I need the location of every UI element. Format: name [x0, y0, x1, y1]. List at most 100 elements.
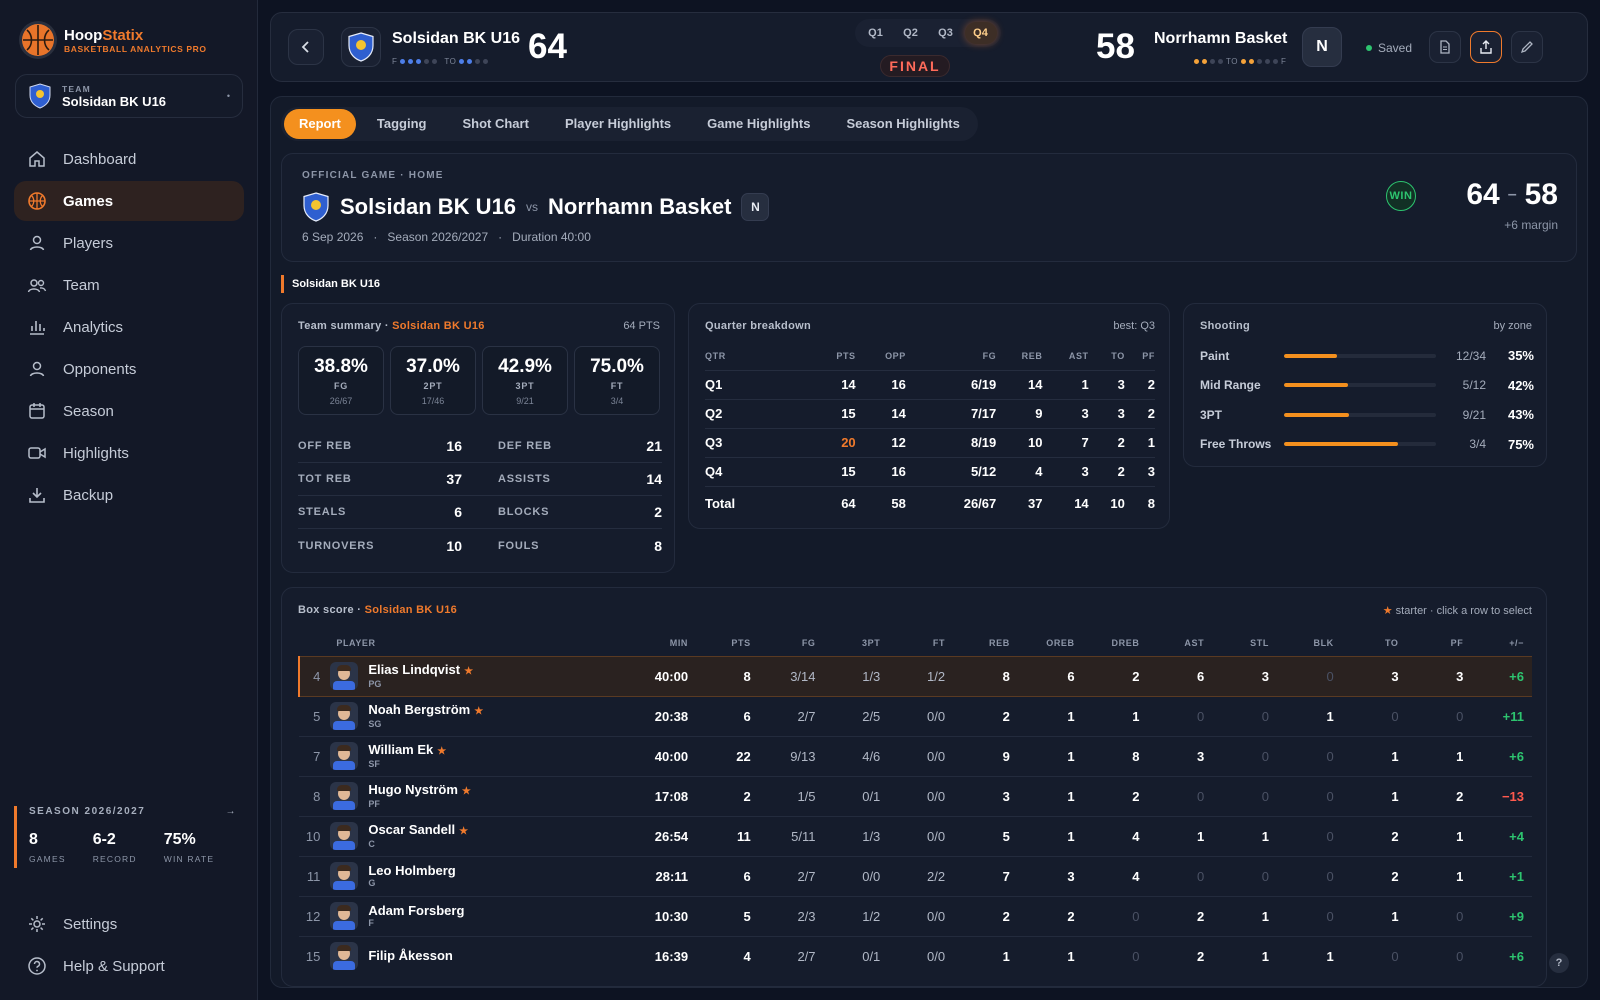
back-button[interactable] — [288, 29, 324, 65]
tab-player-highlights[interactable]: Player Highlights — [550, 109, 686, 139]
box-row-player[interactable]: 4 Elias Lindqvist ★ PG 40:00 8 3/14 1/3 1/2 8 6 2 6 3… — [297, 655, 1532, 697]
player-text: Leo Holmberg G — [368, 863, 455, 889]
stat-value: 2 — [654, 504, 662, 520]
tab-game-highlights[interactable]: Game Highlights — [692, 109, 825, 139]
quarter-q3[interactable]: Q3 — [930, 22, 962, 44]
stat-cell: 1/3 — [823, 655, 889, 697]
nav-analytics[interactable]: Analytics — [14, 307, 244, 347]
share-button[interactable] — [1470, 31, 1502, 63]
quarter-cell: 7/17 — [905, 399, 997, 429]
quarter-q4[interactable]: Q4 — [964, 22, 997, 44]
stat-cell: 1 — [1017, 815, 1083, 856]
quarter-row[interactable]: Q1 14 16 6/19 14 1 3 2 — [705, 370, 1155, 400]
box-row-player[interactable]: 11 Leo Holmberg G 28:11 6 2/7 0/0 2/2 7 3 4 0 0 0 2 1 +1 — [299, 855, 1532, 896]
player-name: Noah Bergström ★ — [368, 702, 483, 719]
player-name: Hugo Nyström ★ — [368, 782, 471, 799]
help-button[interactable]: ? — [1549, 953, 1569, 973]
player-info: Noah Bergström ★ SG — [330, 702, 635, 730]
zone-bar — [1284, 442, 1436, 446]
quarter-cell: 10 — [1110, 495, 1125, 511]
stat-cell: 1 — [1212, 935, 1277, 976]
stat-cell: 1 — [1406, 815, 1472, 856]
box-row-player[interactable]: 8 Hugo Nyström ★ PF 17:08 2 1/5 0/1 0/0 3 1 2 0 0 0 1 2−… — [299, 775, 1532, 816]
stat-cell: 1 — [1276, 935, 1342, 976]
nav-opponents[interactable]: Opponents — [14, 349, 244, 389]
player-name: William Ek ★ — [368, 742, 446, 759]
quarter-q1[interactable]: Q1 — [860, 22, 892, 44]
stat-cell: 2/3 — [758, 895, 824, 936]
box-row-player[interactable]: 12 Adam Forsberg F 10:30 5 2/3 1/2 0/0 2 2 0 2 1 0 1 0 +… — [299, 895, 1532, 936]
quarter-row[interactable]: Q2 15 14 7/17 9 3 3 2 — [705, 399, 1155, 429]
stat-cell: 4/6 — [823, 735, 889, 776]
avatar-jersey — [333, 681, 356, 690]
quarter-cell: 37 — [1028, 495, 1043, 511]
zone-pct: 43% — [1507, 407, 1534, 422]
quarter-row[interactable]: Q3 20 12 8/19 10 7 2 1 — [705, 428, 1155, 458]
shooting-tile-2pt: 37.0% 2PT 17/46 — [390, 346, 476, 415]
chevron-left-icon — [301, 41, 309, 53]
edit-button[interactable] — [1511, 31, 1543, 63]
stat-cell: 1 — [1017, 735, 1083, 776]
arrow-right-icon[interactable]: → — [226, 806, 238, 817]
avatar-jersey — [333, 881, 356, 890]
box-col-pf: PF — [1450, 637, 1464, 648]
quarter-cell: 8/19 — [905, 428, 997, 458]
team-stat-grid: OFF REB 16 DEF REB 21 TOT REB 37 ASSISTS 14 STEA… — [298, 430, 662, 562]
box-row-player[interactable]: 5 Noah Bergström ★ SG 20:38 6 2/7 2/5 0/0 2 1 1 0 0 1 0… — [299, 695, 1532, 736]
quarter-q2[interactable]: Q2 — [895, 22, 927, 44]
avatar-hair — [337, 865, 352, 871]
nav-dashboard[interactable]: Dashboard — [14, 139, 244, 179]
home-team-title: Solsidan BK U16 — [340, 194, 517, 219]
player-text: Adam Forsberg F — [368, 903, 464, 929]
tab-shot-chart[interactable]: Shot Chart — [447, 109, 543, 139]
tile-sub: 9/21 — [516, 396, 534, 406]
stat-cell: 6 — [1147, 655, 1213, 697]
player-info: Filip Åkesson — [330, 942, 635, 971]
document-button[interactable] — [1429, 31, 1461, 63]
app-tagline: BASKETBALL ANALYTICS PRO — [64, 43, 207, 54]
nav-players[interactable]: Players — [14, 223, 244, 263]
shooting-filter[interactable]: by zone — [1493, 320, 1532, 332]
tab-tagging[interactable]: Tagging — [362, 109, 442, 139]
stat-cell: 0/1 — [823, 775, 889, 816]
nav-team[interactable]: Team — [14, 265, 244, 305]
stat-cell: 1/2 — [888, 655, 954, 697]
season-summary[interactable]: SEASON 2026/2027 → 8 GAMES 6-2 RECORD 75% WI… — [14, 806, 244, 868]
stat-cell: −13 — [1471, 775, 1532, 816]
box-row-player[interactable]: 15 Filip Åkesson 16:39 4 2/7 0/1 0/0 1 1 0 2 1 1 0 0 +6 — [299, 935, 1532, 976]
upload-icon — [1480, 40, 1492, 54]
box-score-hint: ★ starter · click a row to select — [1382, 605, 1532, 617]
nav-backup[interactable]: Backup — [14, 475, 244, 515]
stat-cell: 40:00 — [643, 655, 697, 697]
nav-highlights[interactable]: Highlights — [14, 433, 244, 473]
stat-cell: 0/0 — [888, 815, 954, 856]
avatar-hair — [337, 705, 352, 711]
player-cell: Adam Forsberg F — [330, 895, 644, 936]
quarter-col-qtr: QTR — [705, 342, 816, 371]
quarter-cell: Q3 — [705, 428, 816, 458]
nav-team-label: Team — [63, 276, 100, 294]
away-team-title: Norrhamn Basket — [548, 194, 732, 219]
avatar-hair — [337, 665, 352, 671]
box-row-player[interactable]: 10 Oscar Sandell ★ C 26:54 11 5/11 1/3 0/0 5 1 4 1 1 0… — [299, 815, 1532, 856]
stat-cell: 17:08 — [643, 775, 697, 816]
stat-fouls: FOULS 8 — [498, 538, 662, 554]
tab-report[interactable]: Report — [284, 109, 356, 139]
nav-season[interactable]: Season — [14, 391, 244, 431]
stat-cell: 0 — [1212, 695, 1277, 736]
home-team-name: Solsidan BK U16 — [392, 30, 521, 47]
box-row-player[interactable]: 7 William Ek ★ SF 40:00 22 9/13 4/6 0/0 9 1 8 3 0 0 1 1 +… — [299, 735, 1532, 776]
stat-cell: +11 — [1471, 695, 1532, 736]
nav-games[interactable]: Games — [14, 181, 244, 221]
quarter-row[interactable]: Q4 15 16 5/12 4 3 2 3 — [705, 457, 1155, 487]
quarter-row[interactable]: Total 64 58 26/67 37 14 10 8 — [705, 486, 1155, 520]
best-quarter: best: Q3 — [1113, 320, 1155, 332]
team-selector[interactable]: TEAM Solsidan BK U16 • — [15, 74, 243, 118]
nav-settings[interactable]: Settings — [14, 904, 244, 944]
app-logo[interactable]: HoopStatix BASKETBALL ANALYTICS PRO — [22, 24, 207, 56]
tab-season-highlights[interactable]: Season Highlights — [831, 109, 974, 139]
stat-cell: 20:38 — [643, 695, 697, 736]
nav-help[interactable]: Help & Support — [14, 946, 244, 986]
nav-help-label: Help & Support — [63, 957, 165, 975]
box-col-number — [299, 630, 330, 656]
